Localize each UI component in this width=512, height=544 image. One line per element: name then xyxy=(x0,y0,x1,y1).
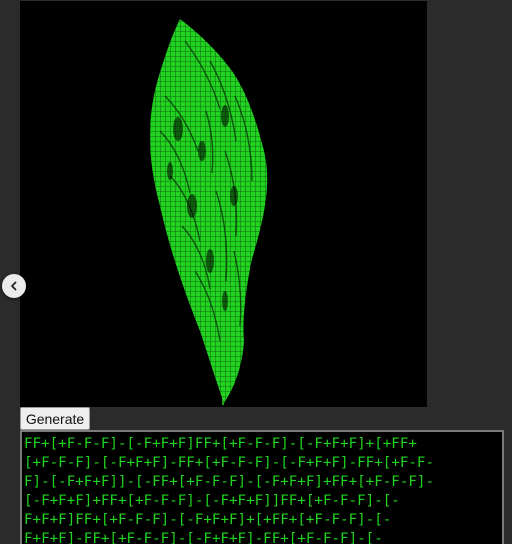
fractal-plant xyxy=(149,19,268,403)
generate-button[interactable]: Generate xyxy=(20,407,90,430)
output-line: F+F+F]-FF+[+F-F-F]-[-F+F+F]-FF+[+F-F-F]-… xyxy=(24,531,383,544)
lsystem-output-text[interactable]: FF+[+F-F-F]-[-F+F+F]FF+[+F-F-F]-[-F+F+F]… xyxy=(20,430,504,544)
output-line: [-F+F+F]+FF+[+F-F-F]-[-F+F+F]]FF+[+F-F-F… xyxy=(24,493,400,509)
output-line: F]-[-F+F+F]]-[-FF+[+F-F-F]-[-F+F+F]+FF+[… xyxy=(24,474,434,490)
previous-button[interactable] xyxy=(2,274,26,298)
lsystem-canvas xyxy=(20,1,427,407)
output-line: FF+[+F-F-F]-[-F+F+F]FF+[+F-F-F]-[-F+F+F]… xyxy=(24,436,417,452)
fractal-plant-drawing xyxy=(149,19,268,406)
output-line: [+F-F-F]-[-F+F+F]-FF+[+F-F-F]-[-F+F+F]-F… xyxy=(24,455,434,471)
page: Generate FF+[+F-F-F]-[-F+F+F]FF+[+F-F-F]… xyxy=(0,0,512,544)
output-line: F+F+F]FF+[+F-F-F]-[-F+F+F]+[+FF+[+F-F-F]… xyxy=(24,512,392,528)
chevron-left-icon xyxy=(11,281,17,291)
